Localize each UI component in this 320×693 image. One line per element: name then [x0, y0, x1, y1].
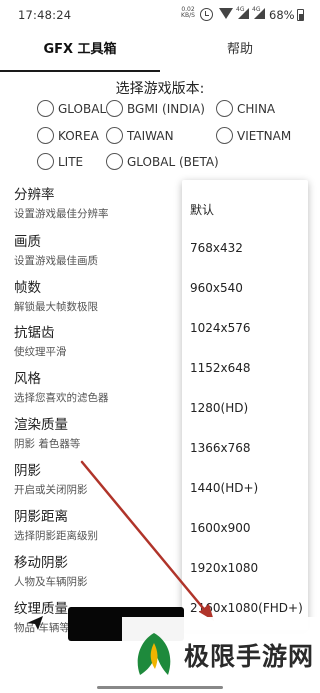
- version-option-label: CHINA: [237, 101, 276, 116]
- setting-title: 抗锯齿: [14, 325, 55, 341]
- radio-icon[interactable]: [106, 127, 123, 144]
- radio-icon[interactable]: [37, 100, 54, 117]
- version-option-bgmi[interactable]: BGMI (INDIA): [106, 100, 205, 117]
- version-option-label: LITE: [58, 154, 84, 169]
- status-bar: 17:48:24 0.02 KB/S 4G 4G 68%: [0, 0, 320, 30]
- setting-description: 设置游戏最佳画质: [14, 255, 98, 267]
- setting-resolution[interactable]: 分辨率 设置游戏最佳分辨率: [14, 183, 109, 221]
- version-option-vietnam[interactable]: VIETNAM: [216, 127, 291, 144]
- tab-gfx-toolbox[interactable]: GFX 工具箱: [0, 30, 160, 72]
- status-time: 17:48:24: [18, 8, 72, 22]
- tab-bar: GFX 工具箱 帮助: [0, 30, 320, 72]
- watermark: 极限手游网: [122, 617, 320, 693]
- version-title: 选择游戏版本:: [115, 81, 205, 97]
- radio-icon[interactable]: [216, 127, 233, 144]
- setting-title: 画质: [14, 234, 41, 250]
- setting-shadow[interactable]: 阴影 开启或关闭阴影: [14, 459, 88, 497]
- setting-description: 使纹理平滑: [14, 346, 67, 358]
- setting-render-quality[interactable]: 渲染质量 阴影 着色器等: [14, 413, 80, 451]
- setting-description: 设置游戏最佳分辨率: [14, 208, 109, 220]
- resolution-option[interactable]: 默认: [190, 201, 214, 218]
- setting-title: 分辨率: [14, 187, 55, 203]
- resolution-option[interactable]: 1600x900: [190, 521, 251, 535]
- resolution-option[interactable]: 1920x1080: [190, 561, 258, 575]
- resolution-option[interactable]: 1440(HD+): [190, 481, 258, 495]
- version-option-korea[interactable]: KOREA: [37, 127, 99, 144]
- setting-description: 解锁最大帧数极限: [14, 301, 98, 313]
- watermark-text: 极限手游网: [184, 642, 315, 671]
- radio-icon[interactable]: [106, 100, 123, 117]
- version-option-label: GLOBAL (BETA): [127, 154, 219, 169]
- radio-icon[interactable]: [216, 100, 233, 117]
- network-speed: 0.02 KB/S: [181, 6, 195, 19]
- version-option-label: TAIWAN: [127, 128, 174, 143]
- watermark-logo-icon: [137, 633, 171, 675]
- version-option-label: KOREA: [58, 128, 99, 143]
- battery-percent: 68%: [269, 8, 295, 22]
- setting-description: 阴影 着色器等: [14, 438, 81, 450]
- setting-style[interactable]: 风格 选择您喜欢的滤色器: [14, 367, 109, 405]
- setting-title: 风格: [14, 371, 41, 387]
- version-option-label: GLOBAL: [58, 101, 107, 116]
- network-type-label: 4G: [252, 6, 261, 13]
- version-option-taiwan[interactable]: TAIWAN: [106, 127, 174, 144]
- setting-title: 阴影: [14, 463, 41, 479]
- setting-title: 阴影距离: [14, 509, 68, 525]
- home-indicator[interactable]: [97, 686, 223, 689]
- resolution-option[interactable]: 1280(HD): [190, 401, 248, 415]
- network-type-label: 4G: [236, 6, 245, 13]
- radio-icon[interactable]: [37, 153, 54, 170]
- alarm-icon: [200, 8, 213, 21]
- setting-anti-aliasing[interactable]: 抗锯齿 使纹理平滑: [14, 321, 67, 359]
- setting-fps[interactable]: 帧数 解锁最大帧数极限: [14, 276, 98, 314]
- version-option-china[interactable]: CHINA: [216, 100, 275, 117]
- version-option-label: BGMI (INDIA): [127, 101, 205, 116]
- setting-shadow-distance[interactable]: 阴影距离 选择阴影距离级别: [14, 505, 98, 543]
- setting-description: 开启或关闭阴影: [14, 484, 88, 496]
- version-option-global[interactable]: GLOBAL: [37, 100, 106, 117]
- resolution-option[interactable]: 960x540: [190, 281, 243, 295]
- radio-icon[interactable]: [37, 127, 54, 144]
- setting-graphics[interactable]: 画质 设置游戏最佳画质: [14, 230, 98, 268]
- resolution-dropdown: 默认 768x432 960x540 1024x576 1152x648 128…: [182, 180, 308, 630]
- setting-title: 渲染质量: [14, 417, 68, 433]
- version-option-global-beta[interactable]: GLOBAL (BETA): [106, 153, 219, 170]
- resolution-option[interactable]: 1366x768: [190, 441, 251, 455]
- radio-icon[interactable]: [106, 153, 123, 170]
- version-option-label: VIETNAM: [237, 128, 292, 143]
- setting-description: 选择阴影距离级别: [14, 530, 98, 542]
- setting-title: 移动阴影: [14, 555, 68, 571]
- resolution-option[interactable]: 768x432: [190, 241, 243, 255]
- version-option-lite[interactable]: LITE: [37, 153, 83, 170]
- setting-description: 人物及车辆阴影: [14, 576, 88, 588]
- resolution-option[interactable]: 1024x576: [190, 321, 251, 335]
- resolution-option[interactable]: 2160x1080(FHD+): [190, 601, 303, 615]
- setting-description: 选择您喜欢的滤色器: [14, 392, 109, 404]
- wifi-icon: [219, 8, 233, 19]
- send-icon[interactable]: [26, 614, 44, 632]
- setting-moving-shadow[interactable]: 移动阴影 人物及车辆阴影: [14, 551, 88, 589]
- resolution-option[interactable]: 1152x648: [190, 361, 251, 375]
- tab-help[interactable]: 帮助: [160, 30, 320, 72]
- battery-icon: [297, 9, 304, 21]
- setting-title: 帧数: [14, 280, 41, 296]
